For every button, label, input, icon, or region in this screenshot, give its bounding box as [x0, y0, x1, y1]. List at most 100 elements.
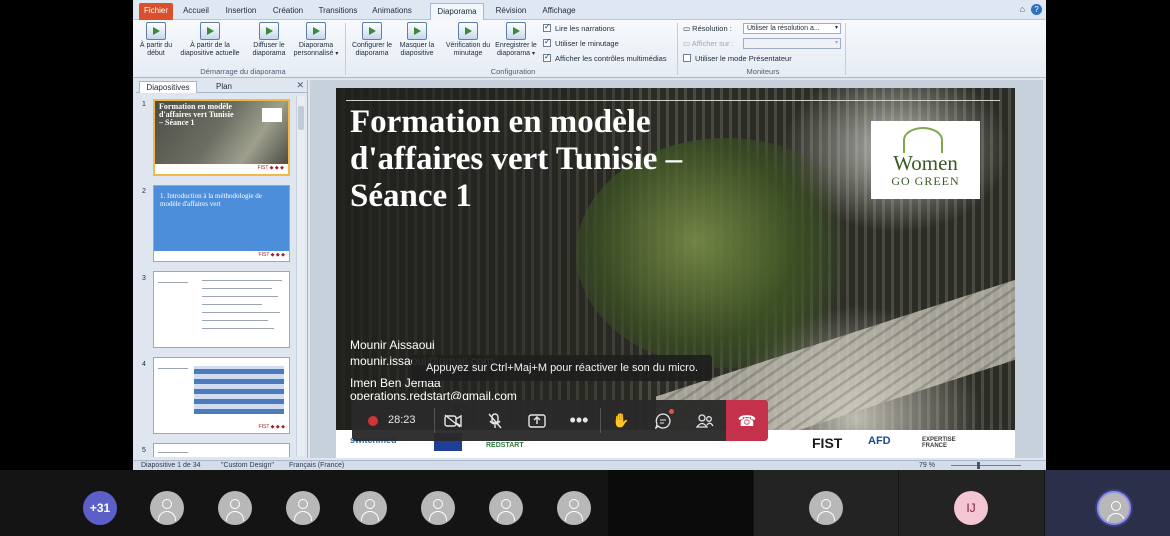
tab-diaporama[interactable]: Diaporama — [430, 3, 484, 21]
camera-off-icon — [444, 413, 462, 428]
participants-button[interactable] — [684, 400, 726, 441]
person-icon — [162, 499, 172, 509]
thumbnail-logo — [262, 108, 282, 122]
ellipsis-icon: ••• — [569, 410, 589, 430]
close-icon[interactable]: ✕ — [296, 80, 304, 91]
leaf-icon — [903, 127, 943, 153]
more-actions-button[interactable]: ••• — [558, 400, 600, 441]
participant-avatar — [809, 491, 843, 525]
slide-rule — [346, 100, 1000, 101]
redstart-logo: REDSTART — [486, 442, 524, 449]
tab-accueil[interactable]: Accueil — [179, 3, 213, 20]
participant-avatar[interactable] — [421, 491, 455, 525]
play-icon — [146, 22, 166, 40]
person-body-shape — [429, 511, 447, 521]
help-icon[interactable]: ? — [1031, 4, 1042, 15]
rehearse-timings-button[interactable]: Vérification du minutage — [445, 22, 491, 66]
slide-counter: Diapositive 1 de 34 — [141, 462, 201, 469]
tab-fichier[interactable]: Fichier — [139, 3, 173, 20]
thumbnail-slide-5[interactable] — [153, 443, 290, 457]
participant-avatar[interactable] — [286, 491, 320, 525]
self-avatar — [1097, 491, 1131, 525]
presenter-mode-checkbox[interactable]: Utiliser le mode Présentateur — [683, 54, 792, 63]
tab-animations[interactable]: Animations — [369, 3, 415, 20]
afd-logo: AFD — [868, 435, 891, 447]
show-media-controls-checkbox[interactable]: Afficher les contrôles multimédias — [543, 52, 667, 63]
tab-transitions[interactable]: Transitions — [315, 3, 361, 20]
resolution-select[interactable]: Utiliser la résolution a... ▾ — [743, 23, 841, 34]
setup-slideshow-button[interactable]: Configurer le diaporama — [349, 22, 395, 66]
thumbnail-scrollbar[interactable] — [296, 96, 305, 456]
tab-revision[interactable]: Révision — [491, 3, 531, 20]
thumbnail-slide-2[interactable]: 1. Introduction à la méthodologie de mod… — [153, 185, 290, 262]
play-narrations-checkbox[interactable]: Lire les narrations — [543, 22, 615, 33]
zoom-slider[interactable] — [951, 465, 1021, 466]
ribbon-minimize-icon[interactable]: ⌂ — [1020, 4, 1025, 14]
theme-name: "Custom Design" — [221, 462, 274, 469]
chat-icon — [655, 412, 671, 429]
thumbnail-slide-1[interactable]: Formation en modèle d'affaires vert Tuni… — [153, 99, 290, 176]
participant-avatar[interactable] — [489, 491, 523, 525]
participant-avatar[interactable] — [218, 491, 252, 525]
slide-title[interactable]: Formation en modèle d'affaires vert Tuni… — [350, 104, 780, 215]
author-name: Mounir Aissaoui — [350, 338, 435, 352]
ribbon-separator — [677, 23, 678, 75]
ribbon: À partir du début À partir de la diaposi… — [133, 20, 1046, 78]
person-icon — [433, 499, 443, 509]
share-screen-button[interactable] — [516, 400, 558, 441]
hang-up-button[interactable]: ☎ — [726, 400, 768, 441]
scrollbar-thumb[interactable] — [298, 106, 304, 130]
participant-avatar[interactable] — [353, 491, 387, 525]
checkbox-unchecked-icon — [683, 54, 691, 62]
participant-tile[interactable]: IJ — [899, 470, 1044, 536]
share-icon — [528, 413, 546, 428]
use-timings-checkbox[interactable]: Utiliser le minutage — [543, 37, 619, 48]
person-icon — [569, 499, 579, 509]
thumbnail-text-line — [202, 280, 282, 281]
thumbnail-list: 1 Formation en modèle d'affaires vert Tu… — [136, 95, 296, 457]
show-on-select[interactable]: ▾ — [743, 38, 841, 49]
from-current-slide-button[interactable]: À partir de la diapositive actuelle — [175, 22, 245, 66]
thumbnail-footer — [155, 164, 288, 174]
self-view-tile[interactable] — [1045, 470, 1170, 536]
call-timer: 28:23 — [388, 414, 416, 426]
participant-avatar[interactable] — [557, 491, 591, 525]
camera-off-button[interactable] — [432, 400, 474, 441]
thumbnail-text-line — [158, 282, 188, 283]
participant-tile[interactable] — [608, 470, 753, 536]
language-indicator[interactable]: Français (France) — [289, 462, 344, 469]
thumbnail-slide-4[interactable] — [153, 357, 290, 434]
thumbnail-title: Formation en modèle d'affaires vert Tuni… — [159, 102, 234, 127]
tab-affichage[interactable]: Affichage — [538, 3, 580, 20]
broadcast-slideshow-button[interactable]: Diffuser le diaporama — [247, 22, 291, 66]
mic-muted-button[interactable] — [474, 400, 516, 441]
chevron-down-icon: ▾ — [834, 25, 838, 31]
tab-diapositives[interactable]: Diapositives — [139, 81, 197, 93]
record-slideshow-button[interactable]: Enregistrer le diaporama ▾ — [491, 22, 541, 66]
tab-insertion[interactable]: Insertion — [221, 3, 261, 20]
person-body-shape — [294, 511, 312, 521]
chat-button[interactable] — [642, 400, 684, 441]
zoom-level[interactable]: 79 % — [919, 462, 935, 469]
thumbnail-number: 2 — [142, 188, 146, 195]
person-body-shape — [1107, 513, 1125, 523]
raise-hand-button[interactable]: ✋ — [600, 400, 642, 441]
thumbnail-text-line — [202, 304, 262, 305]
person-icon — [298, 499, 308, 509]
tab-creation[interactable]: Création — [269, 3, 307, 20]
zoom-slider-handle[interactable] — [977, 462, 980, 469]
tab-plan[interactable]: Plan — [200, 81, 248, 93]
more-participants-badge[interactable]: +31 — [83, 491, 117, 525]
chat-unread-badge — [669, 409, 674, 414]
participant-tile[interactable] — [754, 470, 898, 536]
thumbnail-slide-3[interactable] — [153, 271, 290, 348]
hide-slide-button[interactable]: Masquer la diapositive — [395, 22, 439, 66]
custom-slideshow-button[interactable]: Diaporama personnalisé ▾ — [291, 22, 341, 66]
person-icon — [821, 499, 831, 509]
resolution-label: ▭ Résolution : — [683, 24, 732, 33]
screen: Fichier Accueil Insertion Création Trans… — [0, 0, 1170, 536]
person-icon — [230, 499, 240, 509]
participant-avatar[interactable] — [150, 491, 184, 525]
from-start-button[interactable]: À partir du début — [139, 22, 173, 66]
ribbon-separator — [345, 23, 346, 75]
